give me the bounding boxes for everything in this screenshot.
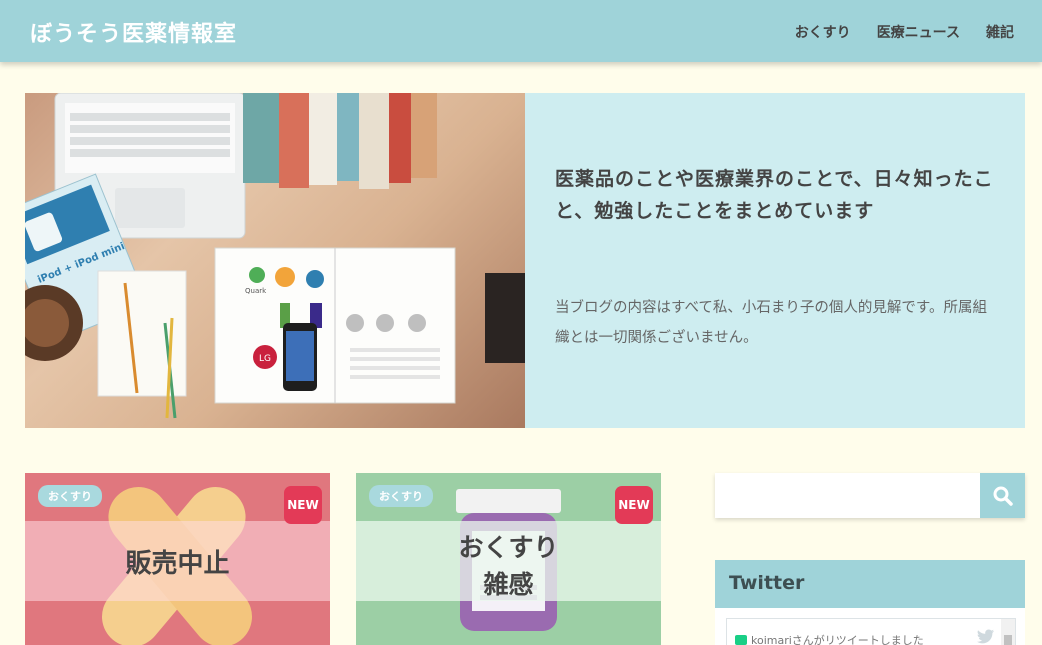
article-card[interactable]: おくすり NEW おくすり 雑感 [356,473,661,645]
card-caption-line2: 雑感 [483,570,534,599]
search-button[interactable] [980,473,1025,518]
card-caption-line1: おくすり [458,533,559,562]
category-badge[interactable]: おくすり [369,485,433,507]
retweet-notice: koimariさんがリツイートしました [735,632,924,645]
category-badge[interactable]: おくすり [38,485,102,507]
site-title[interactable]: ぼうそう医薬情報室 [30,16,237,48]
hero-section: iPod + iPod mini Quark LG 医薬品のことや医療業界のこと… [25,93,1025,428]
article-card[interactable]: おくすり NEW 販売中止 [25,473,330,645]
main-nav: おくすり 医療ニュース 雑記 [795,22,1014,42]
logo-quark: Quark [245,287,267,295]
new-badge: NEW [284,486,322,524]
hero-description: 当ブログの内容はすべて私、小石まり子の個人的見解です。所属組織とは一切関係ござい… [555,300,987,346]
hero-heading: 医薬品のことや医療業界のことで、日々知ったこと、勉強したことをまとめています [555,168,994,222]
nav-item-medical-news[interactable]: 医療ニュース [877,22,960,42]
hero-desk-image: iPod + iPod mini Quark LG [25,93,525,428]
new-badge: NEW [615,486,653,524]
retweet-text: koimariさんがリツイートしました [751,634,924,645]
site-header: ぼうそう医薬情報室 おくすり 医療ニュース 雑記 [0,0,1042,62]
twitter-timeline[interactable]: koimariさんがリツイートしました [726,618,1016,645]
logo-lg: LG [259,354,271,364]
nav-item-medicine[interactable]: おくすり [795,22,851,42]
search-input[interactable] [715,473,980,518]
scrollbar-thumb[interactable] [1004,635,1012,645]
twitter-widget-header: Twitter [715,560,1025,608]
search-icon [993,486,1013,506]
twitter-widget-title: Twitter [729,572,805,594]
desk-illustration: iPod + iPod mini Quark LG [25,93,525,419]
twitter-bird-icon[interactable] [977,629,995,644]
hero-text-panel: 医薬品のことや医療業界のことで、日々知ったこと、勉強したことをまとめています 当… [525,93,1025,428]
card-caption: 販売中止 [125,549,230,579]
timeline-scrollbar[interactable] [1001,619,1015,645]
twitter-widget: Twitter koimariさんがリツイートしました [715,560,1025,645]
nav-item-misc[interactable]: 雑記 [986,22,1014,42]
retweet-icon [735,635,747,645]
search-box [715,473,1025,518]
